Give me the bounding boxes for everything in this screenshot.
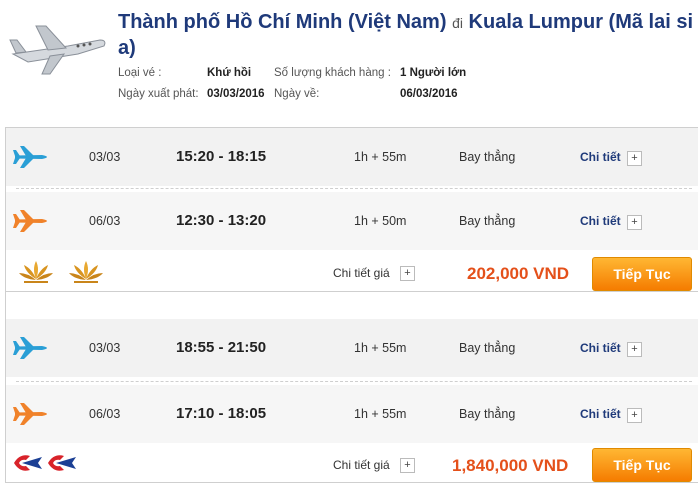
malaysia-airlines-logo-icon-2 (48, 455, 76, 471)
outbound-flight-row: 03/03 15:20 - 18:15 1h + 55m Bay thẳng C… (6, 128, 698, 186)
continue-button[interactable]: Tiếp Tục (592, 448, 692, 482)
depart-value: 03/03/2016 (207, 88, 265, 100)
flight-result-card: 03/03 15:20 - 18:15 1h + 55m Bay thẳng C… (5, 127, 698, 299)
outbound-plane-icon (13, 337, 47, 359)
route-di: đi (452, 15, 463, 31)
outbound-date: 03/03 (89, 150, 121, 164)
inbound-date: 06/03 (89, 407, 121, 421)
outbound-time: 15:20 - 18:15 (176, 148, 267, 165)
inbound-detail-expand-button[interactable]: + (627, 408, 642, 423)
route-from: Thành phố Hồ Chí Minh (Việt Nam) (118, 11, 447, 33)
inbound-type: Bay thẳng (459, 407, 516, 421)
outbound-type: Bay thẳng (459, 341, 516, 355)
outbound-flight-row: 03/03 18:55 - 21:50 1h + 55m Bay thẳng C… (6, 319, 698, 377)
continue-button[interactable]: Tiếp Tục (592, 257, 692, 291)
passengers-label: Số lượng khách hàng : (274, 67, 391, 79)
passengers-value: 1 Người lớn (400, 67, 467, 79)
inbound-type: Bay thẳng (459, 214, 516, 228)
search-summary-header: Thành phố Hồ Chí Minh (Việt Nam) đi Kual… (0, 0, 698, 110)
price-detail-expand-button[interactable]: + (400, 266, 415, 281)
inbound-plane-icon (13, 403, 47, 425)
vietnam-airlines-lotus-icon (19, 261, 53, 283)
outbound-date: 03/03 (89, 341, 121, 355)
inbound-detail-link[interactable]: Chi tiết (580, 385, 621, 443)
inbound-detail-link[interactable]: Chi tiết (580, 192, 621, 250)
ticket-type-label: Loại vé : (118, 67, 162, 79)
price-detail-link[interactable]: Chi tiết giá (333, 458, 390, 472)
row-divider (16, 381, 692, 382)
airplane-image-icon (9, 25, 106, 75)
price-detail-link[interactable]: Chi tiết giá (333, 266, 390, 280)
inbound-detail-expand-button[interactable]: + (627, 215, 642, 230)
outbound-duration: 1h + 55m (354, 341, 407, 355)
price-detail-expand-button[interactable]: + (400, 458, 415, 473)
outbound-plane-icon (13, 146, 47, 168)
flight-result-card: 03/03 18:55 - 21:50 1h + 55m Bay thẳng C… (5, 291, 698, 483)
ticket-type-value: Khứ hồi (207, 67, 252, 79)
inbound-date: 06/03 (89, 214, 121, 228)
return-label: Ngày về: (274, 88, 320, 100)
fare-price: 202,000 VND (467, 264, 570, 283)
inbound-flight-row: 06/03 17:10 - 18:05 1h + 55m Bay thẳng C… (6, 385, 698, 443)
outbound-duration: 1h + 55m (354, 150, 407, 164)
row-divider (16, 188, 692, 189)
inbound-time: 17:10 - 18:05 (176, 405, 267, 422)
inbound-time: 12:30 - 13:20 (176, 212, 267, 229)
outbound-detail-link[interactable]: Chi tiết (580, 319, 621, 377)
outbound-detail-expand-button[interactable]: + (627, 342, 642, 357)
fare-price: 1,840,000 VND (452, 456, 569, 475)
return-value: 06/03/2016 (400, 88, 458, 100)
outbound-detail-expand-button[interactable]: + (627, 151, 642, 166)
inbound-duration: 1h + 50m (354, 214, 407, 228)
outbound-time: 18:55 - 21:50 (176, 339, 267, 356)
outbound-type: Bay thẳng (459, 150, 516, 164)
route-title: Thành phố Hồ Chí Minh (Việt Nam) đi Kual… (118, 10, 696, 61)
inbound-flight-row: 06/03 12:30 - 13:20 1h + 50m Bay thẳng C… (6, 192, 698, 250)
inbound-plane-icon (13, 210, 47, 232)
outbound-detail-link[interactable]: Chi tiết (580, 128, 621, 186)
vietnam-airlines-lotus-icon-2 (69, 261, 103, 283)
inbound-duration: 1h + 55m (354, 407, 407, 421)
malaysia-airlines-logo-icon (14, 455, 42, 471)
depart-label: Ngày xuất phát: (118, 88, 199, 100)
